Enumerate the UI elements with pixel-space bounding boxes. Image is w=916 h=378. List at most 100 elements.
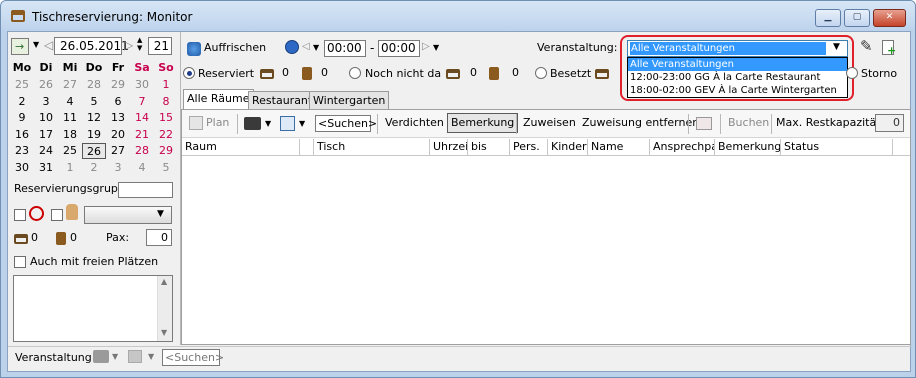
calendar-day[interactable]: 9 [10,110,34,126]
calendar-day[interactable]: 6 [106,94,130,110]
calendar-day[interactable]: 20 [106,127,130,143]
calendar-day[interactable]: 8 [154,94,178,110]
print-icon[interactable] [93,350,109,363]
chevron-down-icon[interactable]: ▼ [833,42,840,52]
calendar-day[interactable]: 30 [10,160,34,176]
col-table[interactable]: Tisch [314,139,430,155]
calendar-day[interactable]: 15 [154,110,178,126]
storno-radio[interactable] [846,67,858,79]
reserved-radio[interactable] [183,67,195,79]
calendar-day[interactable]: 31 [34,160,58,176]
maximize-button[interactable]: ▢ [844,9,870,27]
calendar-day[interactable]: 24 [34,143,58,159]
spinner-icon[interactable]: ▲ ▼ [137,36,142,52]
date-field[interactable]: 26.05.2011 [54,37,129,55]
calendar-day[interactable]: 26 [82,143,106,159]
unassign-button[interactable]: Zuweisung entfernen [582,116,699,129]
scroll-down-icon[interactable]: ▼ [161,328,167,337]
calendar-day[interactable]: 29 [106,77,130,93]
event-select[interactable]: Alle Veranstaltungen ▼ [627,40,848,57]
calendar-day[interactable]: 23 [10,143,34,159]
not-yet-radio[interactable] [349,67,361,79]
nonsmoker-checkbox[interactable] [14,209,26,221]
remark-button[interactable]: Bemerkung [447,113,519,133]
calendar-day[interactable]: 5 [82,94,106,110]
print-dropdown-icon[interactable]: ▼ [265,119,271,128]
week-field[interactable]: 21 [148,37,172,55]
calendar-day[interactable]: 11 [58,110,82,126]
bottom-search-field[interactable]: <Suchen> [162,349,224,366]
type-select[interactable]: ▼ [84,206,172,224]
time-to-field[interactable]: 00:00 [378,40,420,57]
calendar-day[interactable]: 7 [130,94,154,110]
compress-button[interactable]: Verdichten [385,116,444,129]
plan-button[interactable]: Plan [206,116,229,129]
calendar-day[interactable]: 4 [58,94,82,110]
minimize-button[interactable]: ▁ [815,9,841,27]
calendar-day[interactable]: 2 [82,160,106,176]
grid-search-field[interactable]: <Suchen> [315,115,377,132]
event-option[interactable]: 12:00-23:00 GG À la Carte Restaurant [628,71,847,84]
calendar-day[interactable]: 16 [10,127,34,143]
calendar-day[interactable]: 3 [106,160,130,176]
col-spacer[interactable] [300,139,314,155]
edit-icon[interactable]: ✎ [860,37,873,55]
dropdown-arrow-icon[interactable]: ▼ [33,40,39,49]
time-from-field[interactable]: 00:00 [324,40,366,57]
export-dropdown-icon[interactable]: ▼ [148,352,154,361]
col-status[interactable]: Status [781,139,893,155]
calendar-day[interactable]: 3 [34,94,58,110]
calendar-day[interactable]: 28 [130,143,154,159]
book-button[interactable]: Buchen [728,116,769,129]
calendar-day[interactable]: 10 [34,110,58,126]
calendar-day[interactable]: 21 [130,127,154,143]
col-contact[interactable]: Ansprechpartner [650,139,715,155]
calendar-day[interactable]: 5 [154,160,178,176]
calendar-day[interactable]: 22 [154,127,178,143]
clock-icon[interactable] [285,40,299,54]
close-button[interactable]: ✕ [873,9,906,27]
refresh-button[interactable]: Auffrischen [204,41,266,54]
group-field[interactable] [118,182,173,198]
calendar-day[interactable]: 27 [58,77,82,93]
calendar-day[interactable]: 14 [130,110,154,126]
notes-box[interactable]: ▲ ▼ [13,275,173,342]
calendar-day[interactable]: 29 [154,143,178,159]
calendar-day[interactable]: 2 [10,94,34,110]
calendar-day[interactable]: 19 [82,127,106,143]
calendar-day[interactable]: 25 [58,143,82,159]
calendar-day[interactable]: 18 [58,127,82,143]
calendar-day[interactable]: 13 [106,110,130,126]
col-room[interactable]: Raum [182,139,300,155]
free-seats-checkbox[interactable] [14,256,26,268]
tab-all-rooms[interactable]: Alle Räume [183,89,254,110]
title-bar[interactable]: Tischreservierung: Monitor ▁ ▢ ✕ [1,1,915,31]
col-name[interactable]: Name [588,139,650,155]
calendar-day[interactable]: 25 [10,77,34,93]
col-children[interactable]: Kinder [548,139,588,155]
col-until[interactable]: bis [468,139,510,155]
calendar-day[interactable]: 28 [82,77,106,93]
calendar-day[interactable]: 17 [34,127,58,143]
pax-field[interactable]: 0 [146,229,172,246]
print-icon[interactable] [244,117,261,130]
col-persons[interactable]: Pers. [510,139,548,155]
next-day-button[interactable]: ▷ [124,38,133,52]
event-option[interactable]: Alle Veranstaltungen [628,58,847,71]
calendar-day[interactable]: 30 [130,77,154,93]
add-page-icon[interactable]: + [882,40,896,57]
scroll-up-icon[interactable]: ▲ [161,277,167,286]
calendar-day[interactable]: 1 [58,160,82,176]
occupied-radio[interactable] [535,67,547,79]
calendar-day[interactable]: 27 [106,143,130,159]
time-prev-icon[interactable]: ◁ [302,41,310,52]
child-checkbox[interactable] [51,209,63,221]
event-option[interactable]: 18:00-02:00 GEV À la Carte Wintergarten [628,84,847,97]
calendar-day[interactable]: 4 [130,160,154,176]
today-button[interactable]: → [11,38,29,55]
col-remark[interactable]: Bemerkung [715,139,781,155]
col-time[interactable]: Uhrzeit [430,139,468,155]
calendar-day[interactable]: 12 [82,110,106,126]
notes-scrollbar[interactable]: ▲ ▼ [157,276,172,341]
calendar-icon[interactable] [280,116,295,131]
